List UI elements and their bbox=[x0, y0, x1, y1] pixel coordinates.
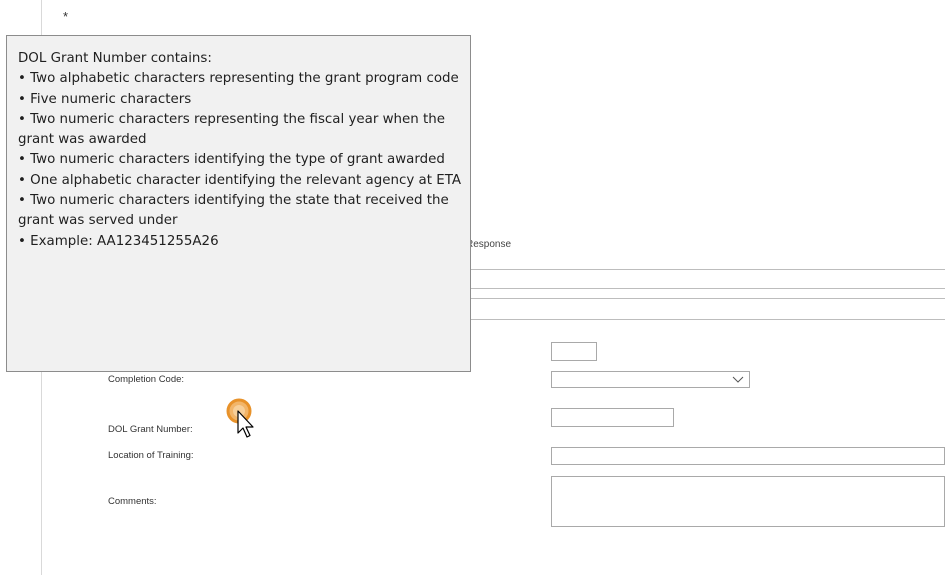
location-of-training-label: Location of Training: bbox=[108, 450, 194, 461]
tooltip-list: • Two alphabetic characters representing… bbox=[18, 69, 470, 252]
location-of-training-input[interactable] bbox=[551, 447, 945, 465]
unlabeled-short-input[interactable] bbox=[551, 342, 597, 361]
divider-line bbox=[466, 269, 945, 270]
divider-line bbox=[466, 288, 945, 289]
divider-line bbox=[466, 298, 945, 299]
completion-code-label: Completion Code: bbox=[108, 374, 185, 385]
tooltip-item: • Two numeric characters identifying the… bbox=[18, 193, 449, 229]
chevron-down-icon bbox=[732, 376, 744, 383]
divider-line bbox=[466, 319, 945, 320]
tooltip-item: • Two alphabetic characters representing… bbox=[18, 71, 459, 87]
response-column-label: Response bbox=[466, 239, 512, 250]
dol-grant-number-tooltip: DOL Grant Number contains: • Two alphabe… bbox=[6, 35, 471, 372]
tooltip-item: • Five numeric characters bbox=[18, 91, 192, 107]
tooltip-item: • One alphabetic character identifying t… bbox=[18, 172, 461, 188]
comments-label: Comments: bbox=[108, 496, 157, 507]
tooltip-item: • Two numeric characters representing th… bbox=[18, 111, 446, 148]
required-marker: * bbox=[63, 9, 69, 24]
pointer-arrow-icon bbox=[237, 410, 254, 438]
mouse-cursor bbox=[225, 398, 261, 442]
completion-code-select[interactable] bbox=[551, 371, 750, 388]
dol-grant-number-label: DOL Grant Number: bbox=[108, 424, 193, 435]
tooltip-title: DOL Grant Number contains: bbox=[18, 51, 212, 66]
comments-textarea[interactable] bbox=[551, 476, 945, 527]
tooltip-item: • Two numeric characters identifying the… bbox=[18, 152, 445, 168]
tooltip-item: • Example: AA123451255A26 bbox=[18, 233, 219, 249]
dol-grant-number-input[interactable] bbox=[551, 408, 674, 427]
